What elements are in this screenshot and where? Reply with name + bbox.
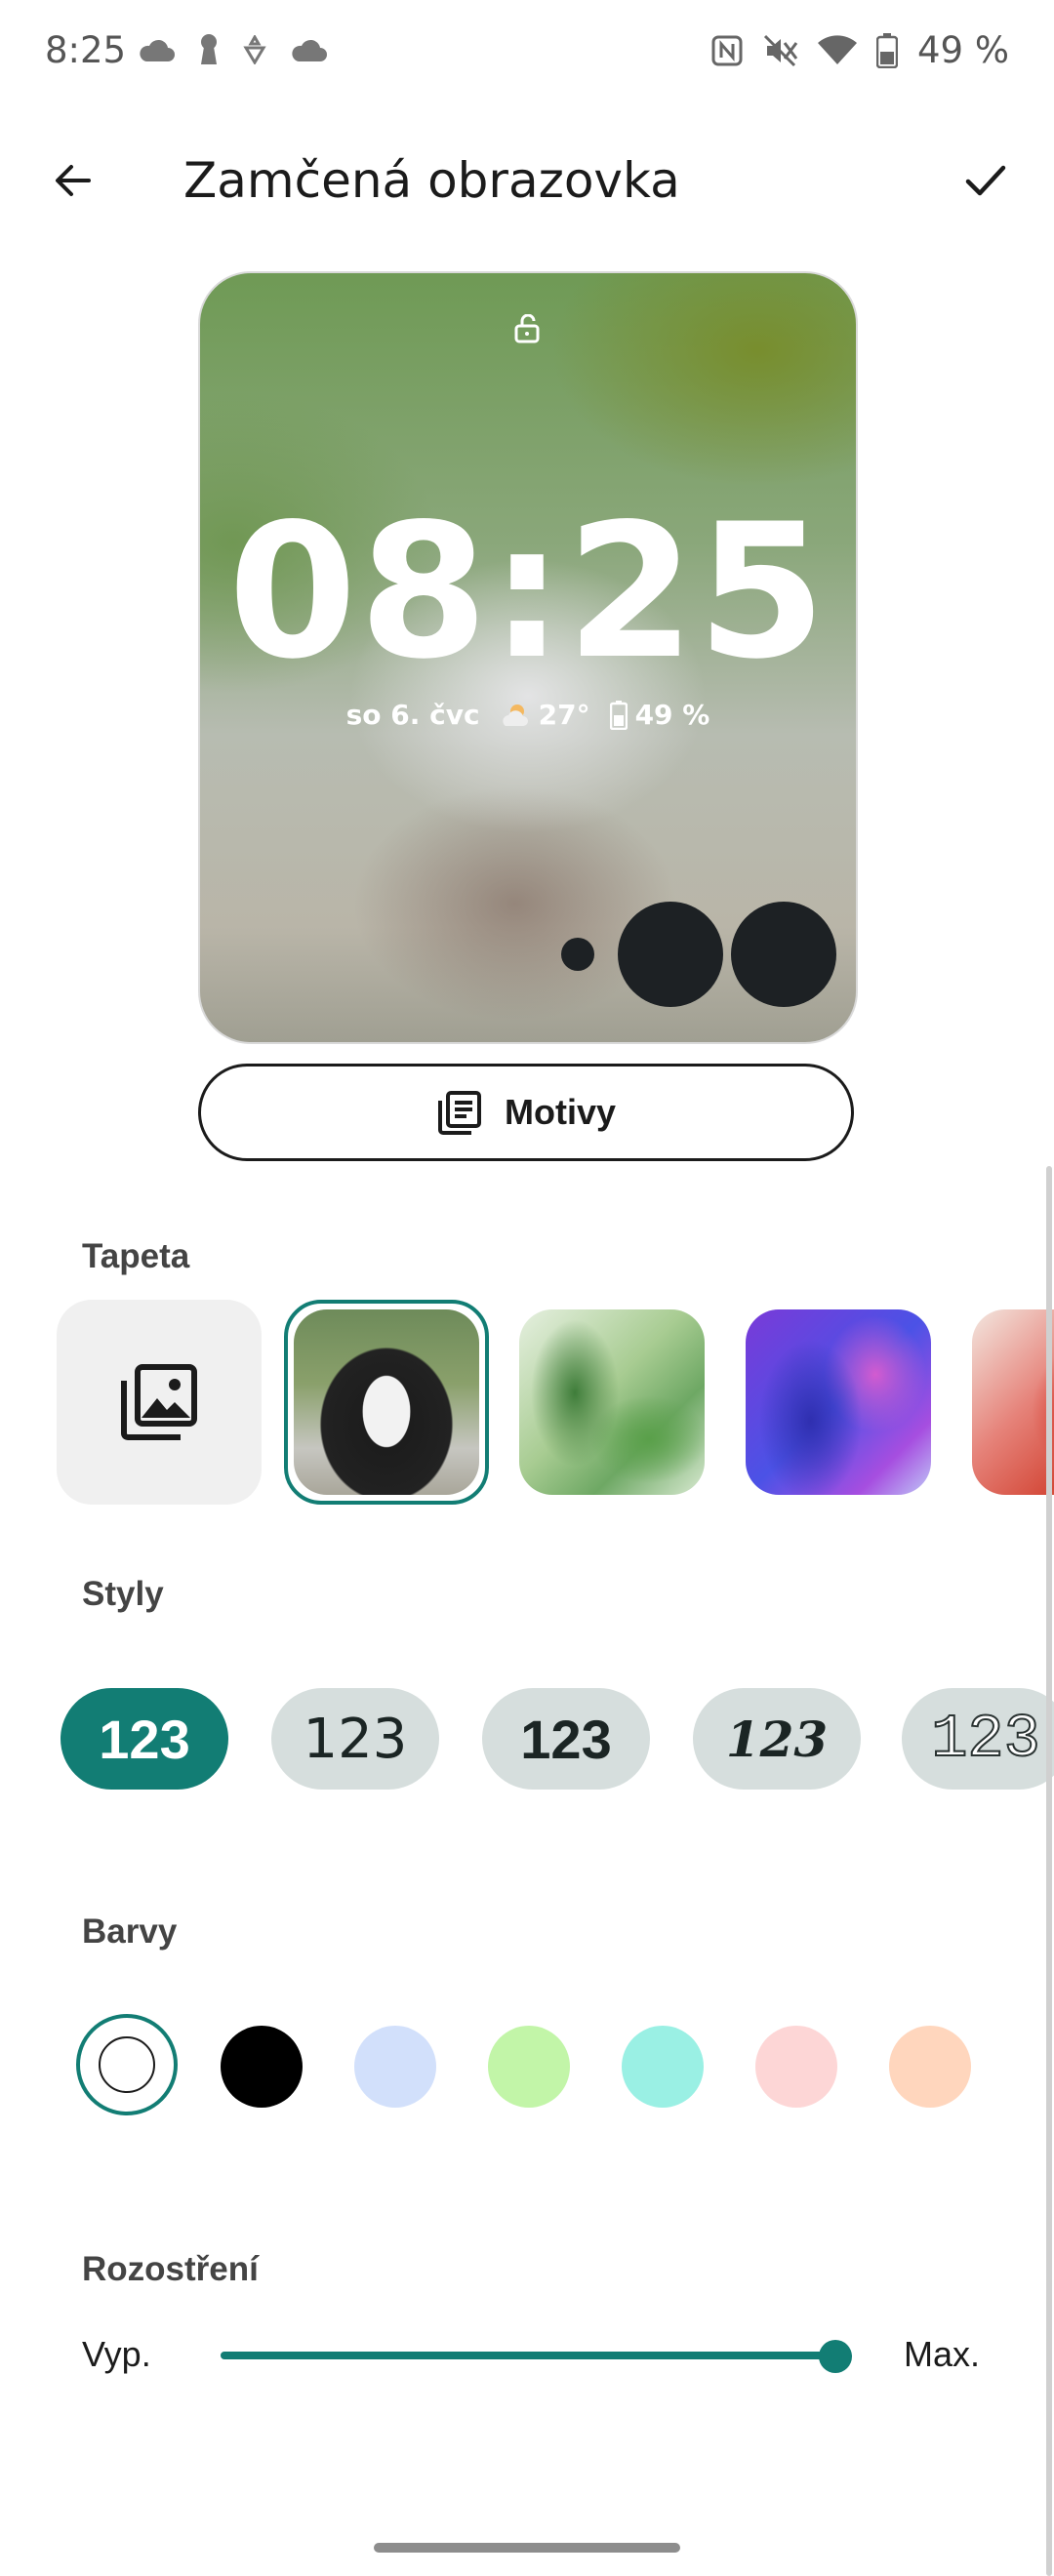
wallpaper-thumb-red[interactable] xyxy=(972,1309,1054,1495)
blur-slider-thumb[interactable] xyxy=(819,2340,852,2373)
preview-battery-percent: 49 % xyxy=(634,699,710,731)
battery-icon xyxy=(609,700,628,730)
clock-style-option[interactable]: 123 xyxy=(482,1688,650,1790)
battery-icon xyxy=(876,32,898,68)
keyhole-icon xyxy=(201,34,217,64)
blur-section-title: Rozostření xyxy=(82,2250,259,2288)
preview-battery: 49 % xyxy=(609,699,710,731)
nfc-icon xyxy=(711,35,743,65)
preview-clock: 08:25 xyxy=(227,484,829,700)
blur-max-label: Max. xyxy=(903,2334,980,2374)
color-swatch-list xyxy=(76,2014,1013,2127)
color-swatch-aqua[interactable] xyxy=(622,2026,704,2108)
wallpaper-thumb-green[interactable] xyxy=(519,1309,705,1495)
wallpaper-section-title: Tapeta xyxy=(82,1237,190,1275)
gallery-icon xyxy=(121,1364,197,1440)
confirm-button[interactable] xyxy=(951,146,1019,215)
blur-slider-row: Vyp. Max. xyxy=(82,2328,980,2387)
clock-style-option[interactable]: 123 xyxy=(902,1688,1054,1790)
preview-temperature: 27° xyxy=(538,699,590,731)
clock-style-option[interactable]: 123 xyxy=(61,1688,228,1790)
status-left-icons xyxy=(137,33,328,66)
preview-weather: 27° xyxy=(500,699,590,731)
wallpaper-thumb-husky[interactable] xyxy=(294,1309,479,1495)
add-wallpaper-button[interactable] xyxy=(57,1300,262,1505)
wallpaper-thumb-purple[interactable] xyxy=(746,1309,931,1495)
gesture-navigation-bar[interactable] xyxy=(374,2543,680,2553)
color-swatch-white-inner xyxy=(99,2036,155,2093)
status-time: 8:25 xyxy=(45,29,127,71)
blur-min-label: Vyp. xyxy=(82,2334,151,2374)
status-battery-percent: 49 % xyxy=(917,29,1009,71)
styles-section-title: Styly xyxy=(82,1575,164,1613)
status-bar: 8:25 49 % xyxy=(0,0,1054,107)
clock-style-list: 123 123 123 123 123 xyxy=(61,1688,1054,1790)
color-swatch-light-green[interactable] xyxy=(488,2026,570,2108)
preview-info-row: so 6. čvc 27° 49 % xyxy=(200,699,856,731)
page-title: Zamčená obrazovka xyxy=(183,152,680,209)
color-swatch-white[interactable] xyxy=(76,2014,178,2115)
colors-section-title: Barvy xyxy=(82,1912,178,1951)
status-right-icons: 49 % xyxy=(710,29,1009,71)
color-swatch-black[interactable] xyxy=(221,2026,303,2108)
camera-dot-large xyxy=(731,902,836,1007)
clock-style-option[interactable]: 123 xyxy=(271,1688,439,1790)
check-icon xyxy=(965,165,1006,196)
mute-icon xyxy=(763,34,798,66)
clock-style-option[interactable]: 123 xyxy=(693,1688,861,1790)
top-app-bar: Zamčená obrazovka xyxy=(0,117,1054,244)
unlocked-padlock-icon xyxy=(514,314,540,343)
scrollbar[interactable] xyxy=(1046,1166,1052,2576)
color-swatch-peach[interactable] xyxy=(889,2026,971,2108)
themes-button-label: Motivy xyxy=(504,1092,616,1132)
camera-dot-small xyxy=(561,938,594,971)
wallpaper-list xyxy=(57,1298,1054,1505)
color-swatch-pink[interactable] xyxy=(755,2026,837,2108)
blur-slider-fill xyxy=(221,2352,835,2359)
preview-camera-dots xyxy=(561,902,836,1007)
partly-cloudy-icon xyxy=(502,704,528,726)
lockscreen-preview: 08:25 so 6. čvc 27° 49 % xyxy=(198,271,858,1044)
cloud-icon xyxy=(292,39,327,61)
camera-dot-large xyxy=(618,902,723,1007)
app-notification-icon xyxy=(243,35,266,64)
wifi-icon xyxy=(818,34,857,64)
cloud-icon xyxy=(140,39,175,61)
back-button[interactable] xyxy=(39,146,107,215)
arrow-back-icon xyxy=(56,165,91,196)
library-icon xyxy=(437,1091,481,1135)
themes-button[interactable]: Motivy xyxy=(198,1064,854,1161)
preview-date: so 6. čvc xyxy=(345,699,480,731)
blur-slider[interactable] xyxy=(221,2340,852,2373)
color-swatch-light-blue[interactable] xyxy=(354,2026,436,2108)
